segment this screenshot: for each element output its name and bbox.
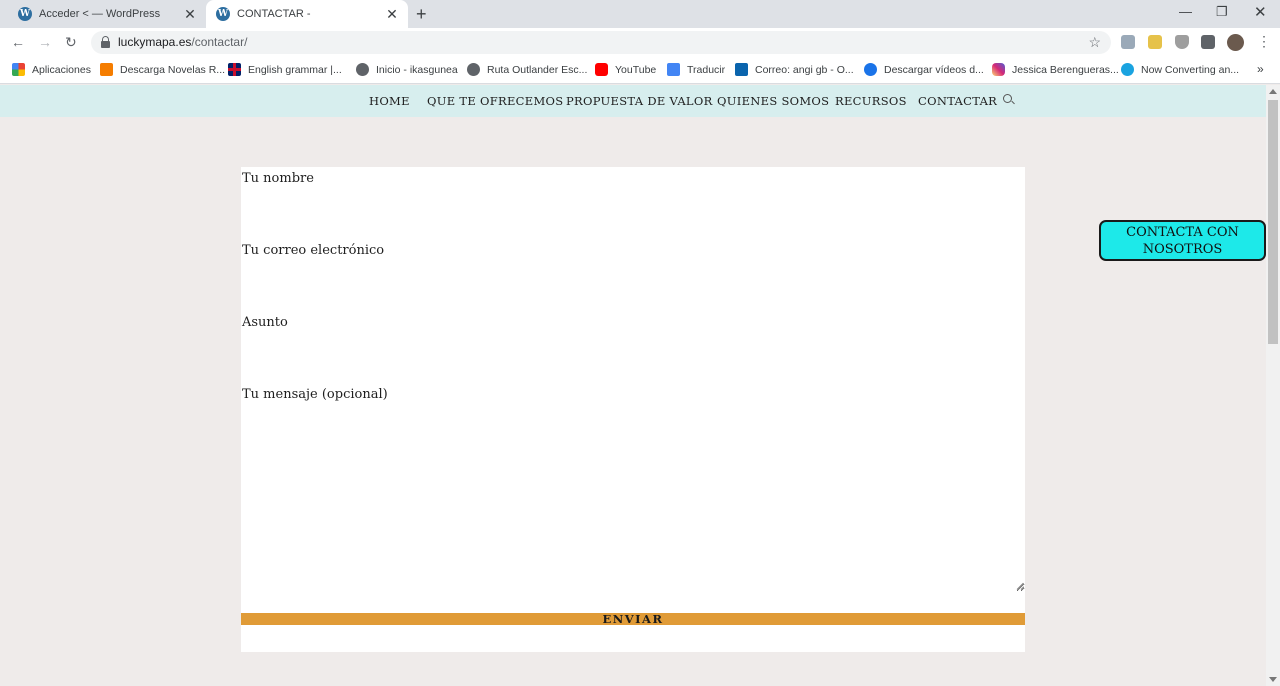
bookmark-label: Jessica Berengueras... [1012,63,1119,76]
bookmark-label: Traducir [687,63,726,76]
bookmark-label: Correo: angi gb - O... [755,63,854,76]
reload-icon[interactable]: ↻ [65,34,77,50]
resize-handle-icon[interactable] [1016,582,1025,590]
bookmarks-bar: Aplicaciones Descarga Novelas R... Engli… [0,57,1280,84]
minimize-icon[interactable]: — [1179,4,1192,19]
instagram-icon [992,63,1005,76]
message-field[interactable] [241,412,1025,592]
browser-toolbar: ← → ↻ luckymapa.es/contactar/ ☆ [0,28,1280,57]
uk-flag-icon [228,63,241,76]
new-tab-icon[interactable]: + [416,5,427,23]
submit-button[interactable]: ENVIAR [241,612,1025,626]
bookmark-label: Descarga Novelas R... [120,63,226,76]
extension-shield-icon[interactable] [1175,35,1189,49]
scroll-up-icon[interactable] [1269,89,1277,94]
subject-label: Asunto [242,315,288,330]
back-icon[interactable]: ← [11,34,25,50]
url-text: luckymapa.es/contactar/ [118,35,248,49]
bookmark-item[interactable]: Ruta Outlander Esc... [467,63,587,76]
site-nav: HOME QUE TE OFRECEMOS PROPUESTA DE VALOR… [0,85,1266,117]
bookmark-label: Now Converting an... [1141,63,1240,76]
bookmark-item[interactable]: Jessica Berengueras... [992,63,1119,76]
wordpress-icon: W [216,7,230,21]
lock-icon [101,36,110,48]
nav-que-te-ofrecemos[interactable]: QUE TE OFRECEMOS [427,94,563,108]
bookmark-label: YouTube [615,63,657,76]
extension-scissors-icon[interactable] [1121,35,1135,49]
nav-home[interactable]: HOME [369,94,410,108]
wordpress-icon: W [18,7,32,21]
tab-title: Acceder < — WordPress [39,8,161,20]
bookmark-label: Aplicaciones [32,63,91,76]
message-label: Tu mensaje (opcional) [242,387,388,402]
apps-grid-icon [12,63,25,76]
tab-title: CONTACTAR - [237,8,311,20]
bookmark-star-icon[interactable]: ☆ [1088,34,1101,51]
nav-quienes-somos[interactable]: QUIENES SOMOS [717,94,829,108]
translate-icon [667,63,680,76]
email-field[interactable] [241,261,1025,295]
bookmark-item[interactable]: Descarga Novelas R... [100,63,225,76]
bookmark-item[interactable]: Correo: angi gb - O... [735,63,854,76]
name-field[interactable] [241,189,1025,223]
close-icon[interactable]: ✕ [384,6,400,22]
download-icon [864,63,877,76]
convert-icon [1121,63,1134,76]
bookmarks-overflow-icon[interactable]: » [1257,62,1264,76]
globe-icon [467,63,480,76]
address-bar[interactable]: luckymapa.es/contactar/ ☆ [91,31,1111,54]
tab-wordpress-login[interactable]: W Acceder < — WordPress ✕ [8,0,206,28]
bookmark-item[interactable]: English grammar |... [228,63,342,76]
bookmark-label: Ruta Outlander Esc... [487,63,588,76]
search-icon[interactable] [1003,94,1015,105]
bookmark-label: English grammar |... [248,63,342,76]
close-icon[interactable]: ✕ [182,6,198,22]
forward-icon[interactable]: → [38,34,52,50]
restore-icon[interactable]: ❐ [1216,4,1228,20]
nav-propuesta-de-valor[interactable]: PROPUESTA DE VALOR [566,94,713,108]
scrollbar-thumb[interactable] [1268,100,1278,344]
bookmark-label: Inicio - ikasgunea [376,63,458,76]
bookmark-item[interactable]: Aplicaciones [12,63,91,76]
name-label: Tu nombre [242,171,314,186]
bookmark-item[interactable]: Descargar vídeos d... [864,63,984,76]
bookmark-item[interactable]: YouTube [595,63,656,76]
bookmark-item[interactable]: Traducir [667,63,725,76]
tab-strip: W Acceder < — WordPress ✕ W CONTACTAR - … [0,0,1280,28]
blogger-icon [100,63,113,76]
email-label: Tu correo electrónico [242,243,385,258]
contact-cta-button[interactable]: CONTACTA CON NOSOTROS [1099,220,1266,261]
menu-kebab-icon[interactable]: ⋮ [1257,34,1271,48]
bookmark-item[interactable]: Inicio - ikasgunea [356,63,458,76]
extensions-puzzle-icon[interactable] [1201,35,1215,49]
subject-field[interactable] [241,333,1025,367]
youtube-icon [595,63,608,76]
nav-contactar[interactable]: CONTACTAR [918,94,997,108]
scroll-down-icon[interactable] [1269,677,1277,682]
window-close-icon[interactable]: ✕ [1254,3,1267,21]
globe-icon [356,63,369,76]
extension-download-icon[interactable] [1148,35,1162,49]
bookmark-item[interactable]: Now Converting an... [1121,63,1239,76]
tab-contactar[interactable]: W CONTACTAR - ✕ [206,0,408,28]
bookmark-label: Descargar vídeos d... [884,63,984,76]
outlook-icon [735,63,748,76]
nav-recursos[interactable]: RECURSOS [835,94,907,108]
profile-avatar[interactable] [1227,34,1244,51]
